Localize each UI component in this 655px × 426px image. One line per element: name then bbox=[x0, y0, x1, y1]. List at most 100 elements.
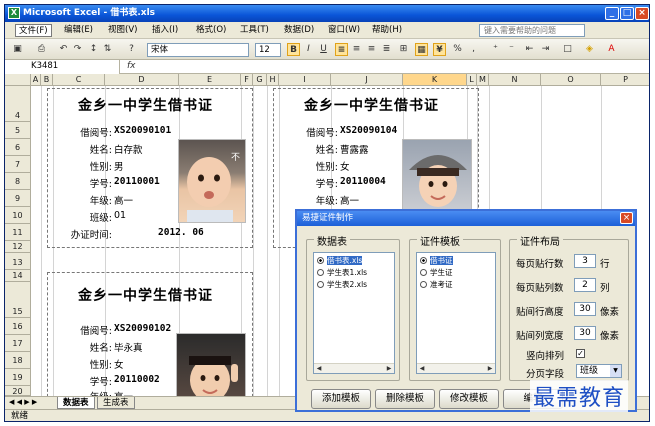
increase-indent-icon[interactable]: ⇥ bbox=[539, 43, 552, 56]
column-header[interactable]: G bbox=[253, 74, 267, 86]
increase-decimal-icon[interactable]: ⁺ bbox=[489, 43, 502, 56]
dialog-close-button[interactable]: × bbox=[620, 212, 633, 224]
table-icon[interactable]: ▦ bbox=[415, 43, 428, 56]
row-header[interactable]: 15 bbox=[5, 282, 31, 318]
tab-data-sheet[interactable]: 数据表 bbox=[57, 397, 95, 409]
percent-button[interactable]: % bbox=[451, 43, 464, 56]
bold-button[interactable]: B bbox=[287, 43, 300, 56]
column-header[interactable]: O bbox=[541, 74, 601, 86]
align-left-icon[interactable]: ≡ bbox=[335, 43, 348, 56]
currency-icon[interactable]: ¥ bbox=[433, 43, 446, 56]
menu-window[interactable]: 窗口(W) bbox=[325, 24, 363, 37]
borders-icon[interactable]: □ bbox=[561, 43, 574, 56]
data-table-list[interactable]: 借书表.xls 学生表1.xls 学生表2.xls ◀ ▶ bbox=[313, 252, 395, 374]
page-field-select[interactable]: 班级 ▼ bbox=[576, 364, 622, 378]
column-header[interactable]: H bbox=[267, 74, 279, 86]
menu-format[interactable]: 格式(O) bbox=[193, 24, 229, 37]
row-header[interactable]: 14 bbox=[5, 270, 31, 282]
merge-cells-icon[interactable]: ⊞ bbox=[397, 43, 410, 56]
column-header[interactable]: I bbox=[279, 74, 331, 86]
column-header[interactable]: M bbox=[477, 74, 489, 86]
cols-per-page-input[interactable]: 2 bbox=[574, 278, 596, 292]
row-header[interactable]: 13 bbox=[5, 253, 31, 270]
row-header[interactable]: 5 bbox=[5, 122, 31, 139]
menu-insert[interactable]: 插入(I) bbox=[149, 24, 181, 37]
column-header[interactable]: E bbox=[179, 74, 241, 86]
horizontal-scrollbar[interactable]: ◀ ▶ bbox=[314, 363, 394, 373]
comma-icon[interactable]: , bbox=[467, 43, 480, 56]
font-size-select[interactable]: 12 bbox=[255, 43, 281, 57]
column-header[interactable]: L bbox=[467, 74, 477, 86]
sort-ascending-icon[interactable]: ↕ bbox=[87, 43, 100, 56]
col-width-input[interactable]: 30 bbox=[574, 326, 596, 340]
row-header[interactable]: 4 bbox=[5, 86, 31, 122]
row-header[interactable]: 8 bbox=[5, 173, 31, 190]
fx-icon[interactable]: fx bbox=[127, 60, 136, 73]
align-center-icon[interactable]: ≡ bbox=[350, 43, 363, 56]
menu-file[interactable]: 文件(F) bbox=[15, 24, 52, 37]
align-right-icon[interactable]: ≡ bbox=[365, 43, 378, 56]
menu-help[interactable]: 帮助(H) bbox=[369, 24, 405, 37]
column-header[interactable]: B bbox=[41, 74, 53, 86]
vertical-layout-checkbox[interactable]: ✓ bbox=[576, 349, 585, 358]
row-header[interactable]: 10 bbox=[5, 207, 31, 224]
underline-button[interactable]: U bbox=[317, 43, 330, 56]
row-header[interactable]: 16 bbox=[5, 318, 31, 335]
decrease-indent-icon[interactable]: ⇤ bbox=[523, 43, 536, 56]
menu-tools[interactable]: 工具(T) bbox=[237, 24, 272, 37]
row-header[interactable]: 9 bbox=[5, 190, 31, 207]
help-search-input[interactable]: 键入需要帮助的问题 bbox=[479, 24, 585, 37]
sort-descending-icon[interactable]: ⇅ bbox=[101, 43, 114, 56]
justify-icon[interactable]: ≣ bbox=[380, 43, 393, 56]
name-box[interactable]: K3481 bbox=[5, 60, 120, 74]
rows-per-page-input[interactable]: 3 bbox=[574, 254, 596, 268]
fill-color-icon[interactable]: ◈ bbox=[583, 43, 596, 56]
decrease-decimal-icon[interactable]: ⁻ bbox=[505, 43, 518, 56]
list-item[interactable]: 借书证 bbox=[420, 256, 453, 266]
maximize-button[interactable]: □ bbox=[620, 7, 634, 20]
template-list[interactable]: 借书证 学生证 准考证 ◀ ▶ bbox=[416, 252, 496, 374]
tab-scroll-icon[interactable]: ◀ ◀ ▶ ▶ bbox=[9, 398, 37, 406]
menu-edit[interactable]: 编辑(E) bbox=[61, 24, 96, 37]
row-header[interactable]: 6 bbox=[5, 139, 31, 156]
close-button[interactable]: × bbox=[635, 7, 649, 20]
font-select[interactable]: 宋体 bbox=[147, 43, 249, 57]
row-height-input[interactable]: 30 bbox=[574, 302, 596, 316]
column-header[interactable]: N bbox=[489, 74, 541, 86]
menu-data[interactable]: 数据(D) bbox=[281, 24, 317, 37]
list-item[interactable]: 学生表1.xls bbox=[317, 268, 367, 278]
font-color-icon[interactable]: A bbox=[605, 43, 618, 56]
print-icon[interactable]: ⎙ bbox=[35, 43, 48, 56]
row-header[interactable]: 17 bbox=[5, 335, 31, 352]
save-icon[interactable]: ▣ bbox=[11, 43, 24, 56]
row-header[interactable]: 18 bbox=[5, 352, 31, 369]
column-header[interactable]: F bbox=[241, 74, 253, 86]
list-item[interactable]: 学生表2.xls bbox=[317, 280, 367, 290]
column-header-selected[interactable]: K bbox=[403, 74, 467, 86]
menu-view[interactable]: 视图(V) bbox=[105, 24, 140, 37]
tab-generated-sheet[interactable]: 生成表 bbox=[97, 397, 135, 409]
column-header[interactable]: J bbox=[331, 74, 403, 86]
list-item[interactable]: 学生证 bbox=[420, 268, 453, 278]
row-header[interactable]: 12 bbox=[5, 241, 31, 253]
select-all-corner[interactable] bbox=[5, 74, 31, 86]
horizontal-scrollbar[interactable]: ◀ ▶ bbox=[417, 363, 495, 373]
italic-button[interactable]: I bbox=[302, 43, 315, 56]
list-item[interactable]: 准考证 bbox=[420, 280, 453, 290]
row-header[interactable]: 20 bbox=[5, 386, 31, 396]
list-item[interactable]: 借书表.xls bbox=[317, 256, 363, 266]
undo-icon[interactable]: ↶ bbox=[57, 43, 70, 56]
help-icon[interactable]: ? bbox=[125, 43, 138, 56]
column-header[interactable]: C bbox=[53, 74, 105, 86]
redo-icon[interactable]: ↷ bbox=[71, 43, 84, 56]
row-header[interactable]: 11 bbox=[5, 224, 31, 241]
delete-template-button[interactable]: 删除模板 bbox=[375, 389, 435, 409]
column-header[interactable]: D bbox=[105, 74, 179, 86]
column-header[interactable]: P bbox=[601, 74, 649, 86]
minimize-button[interactable]: _ bbox=[605, 7, 619, 20]
row-header[interactable]: 19 bbox=[5, 369, 31, 386]
edit-template-button[interactable]: 修改模板 bbox=[439, 389, 499, 409]
column-header[interactable]: A bbox=[31, 74, 41, 86]
add-template-button[interactable]: 添加模板 bbox=[311, 389, 371, 409]
row-header[interactable]: 7 bbox=[5, 156, 31, 173]
